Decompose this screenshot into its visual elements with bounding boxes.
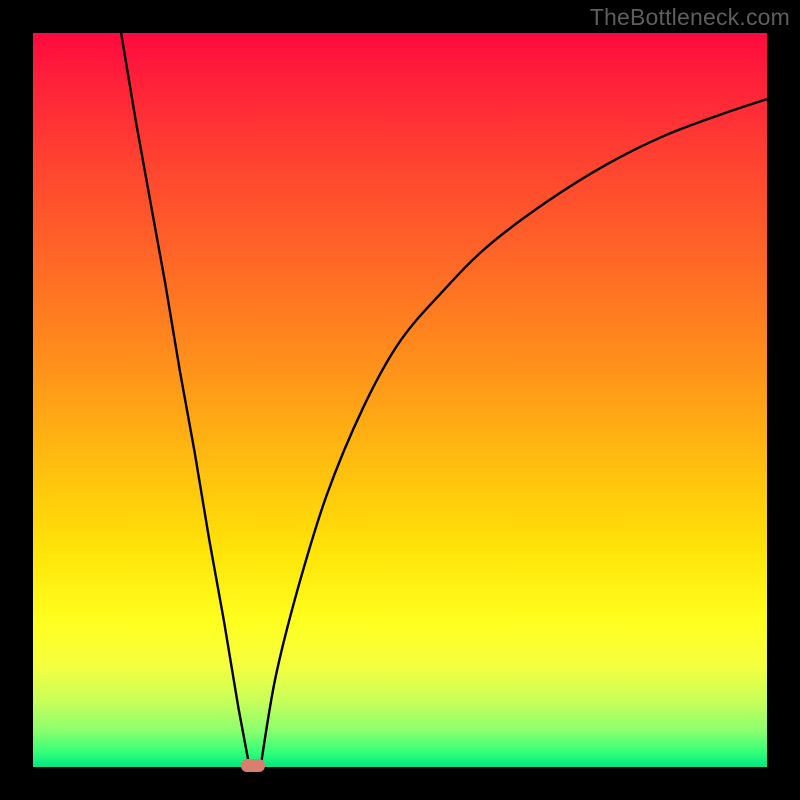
curve-right-branch bbox=[261, 99, 768, 767]
minimum-marker bbox=[241, 759, 265, 772]
chart-frame: TheBottleneck.com bbox=[0, 0, 800, 800]
plot-area bbox=[33, 33, 767, 767]
curve-layer bbox=[33, 33, 767, 767]
watermark-text: TheBottleneck.com bbox=[590, 4, 790, 31]
curve-left-branch bbox=[121, 33, 249, 767]
